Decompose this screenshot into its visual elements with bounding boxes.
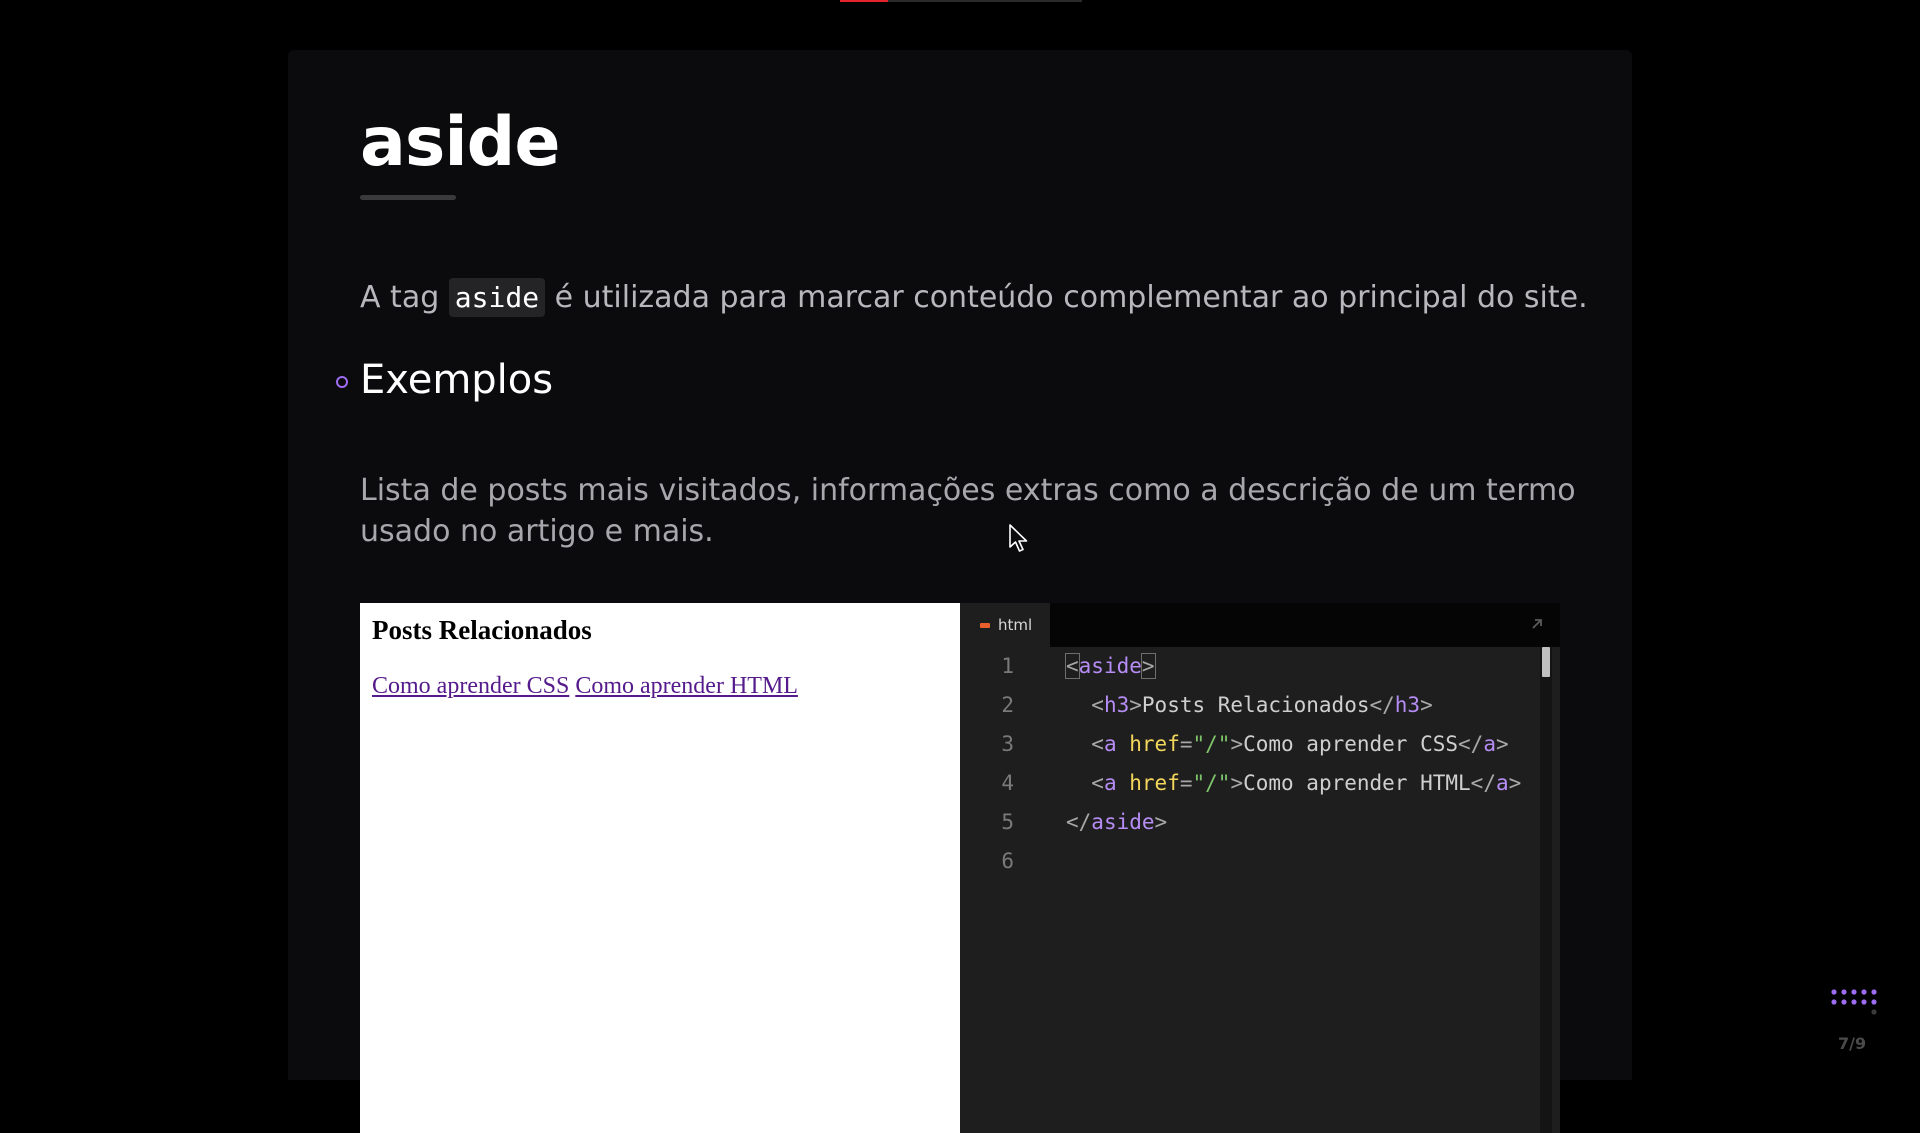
line-number: 6 — [1001, 849, 1014, 873]
code-line-3: <a href="/">Como aprender CSS</a> — [1091, 732, 1509, 756]
line-number-gutter: 1 2 3 4 5 6 — [960, 647, 1030, 881]
slide-title: aside — [360, 103, 560, 182]
code-text: Como aprender CSS — [1243, 732, 1459, 756]
code-tag: a — [1483, 732, 1496, 756]
code-text: Posts Relacionados — [1141, 693, 1370, 717]
grid-dots-icon[interactable] — [1830, 988, 1880, 1018]
progress-bar — [840, 0, 1082, 2]
code-tag: a — [1103, 771, 1117, 795]
slide: aside A tag aside é utilizada para marca… — [288, 50, 1632, 1133]
code-line-4: <a href="/">Como aprender HTML</a> — [1091, 771, 1522, 795]
tab-indicator-icon — [980, 622, 990, 628]
code-string: "/" — [1192, 771, 1231, 795]
code-attr: href — [1129, 732, 1180, 756]
code-text: Como aprender HTML — [1243, 771, 1471, 795]
editor-tabbar: html — [960, 603, 1560, 647]
code-tag: h3 — [1103, 693, 1130, 717]
scrollbar-thumb[interactable] — [1542, 647, 1550, 677]
preview-link-html[interactable]: Como aprender HTML — [575, 673, 798, 699]
code-attr: href — [1129, 771, 1180, 795]
code-tag: h3 — [1394, 693, 1421, 717]
code-tag: a — [1103, 732, 1117, 756]
intro-text-after: é utilizada para marcar conteúdo complem… — [545, 280, 1588, 315]
code-playground: Posts Relacionados Como aprender CSS Com… — [360, 603, 1560, 1133]
bullet-icon — [336, 376, 348, 388]
code-tag: aside — [1091, 810, 1155, 834]
expand-arrow-icon[interactable] — [1530, 617, 1544, 631]
line-number: 5 — [1001, 810, 1014, 834]
preview-heading: Posts Relacionados — [372, 615, 592, 645]
section-heading: Exemplos — [360, 357, 554, 403]
code-tag: a — [1495, 771, 1509, 795]
line-number: 3 — [1001, 732, 1014, 756]
code-string: "/" — [1192, 732, 1231, 756]
line-number: 2 — [1001, 693, 1014, 717]
preview-link-css[interactable]: Como aprender CSS — [372, 673, 569, 699]
inline-code-aside: aside — [448, 278, 546, 317]
code-line-2: <h3>Posts Relacionados</h3> — [1091, 693, 1433, 717]
code-editor[interactable]: html 1 2 3 4 5 6 <aside> <h3>Posts Relac… — [960, 603, 1560, 1133]
title-underline — [360, 195, 456, 200]
intro-text-before: A tag — [360, 280, 449, 315]
code-tag: aside — [1078, 654, 1142, 678]
progress-fill — [840, 0, 889, 2]
slide-counter: 7/9 — [1838, 1034, 1867, 1053]
preview-links: Como aprender CSS Como aprender HTML — [372, 673, 798, 700]
tab-label: html — [998, 616, 1033, 634]
preview-pane: Posts Relacionados Como aprender CSS Com… — [360, 603, 960, 1133]
line-number: 1 — [1001, 654, 1014, 678]
scrollbar-track[interactable] — [1540, 647, 1552, 1133]
mouse-pointer-icon — [1009, 524, 1028, 552]
intro-paragraph: A tag aside é utilizada para marcar cont… — [360, 275, 1588, 320]
code-line-5: </aside> — [1066, 810, 1168, 834]
tab-html[interactable]: html — [960, 603, 1050, 647]
code-text-area[interactable]: <aside> <h3>Posts Relacionados</h3> <a h… — [1065, 647, 1544, 881]
section-text: Lista de posts mais visitados, informaçõ… — [360, 473, 1576, 549]
code-line-1: <aside> — [1065, 653, 1156, 679]
line-number: 4 — [1001, 771, 1014, 795]
